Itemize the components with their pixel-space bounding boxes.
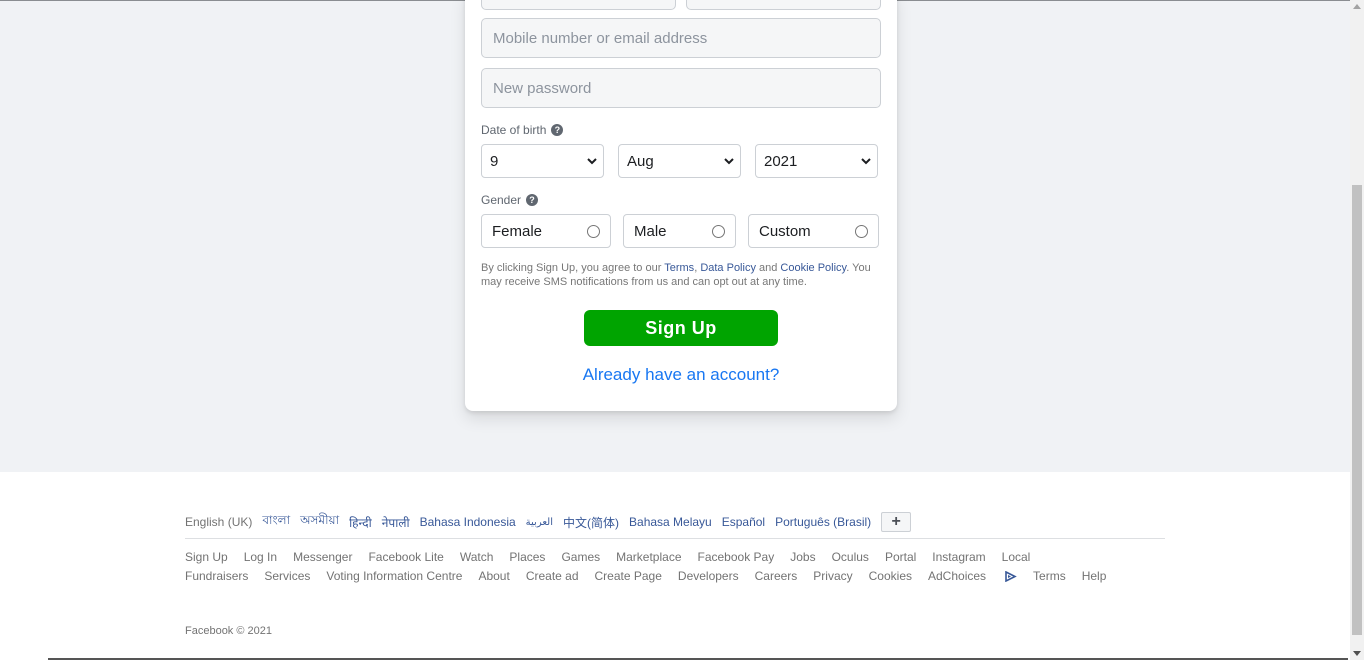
dob-year-select[interactable]: 2021 xyxy=(755,144,878,178)
scroll-up-icon[interactable] xyxy=(1353,4,1361,9)
gender-label: Gender ? xyxy=(481,193,539,207)
terms-and: and xyxy=(755,262,781,274)
gender-custom-option[interactable]: Custom xyxy=(748,214,879,248)
footer-link[interactable]: Cookies xyxy=(869,567,912,586)
more-languages-button[interactable]: + xyxy=(881,512,912,532)
dob-day-select[interactable]: 9 xyxy=(481,144,604,178)
dob-day-value: 9 xyxy=(490,152,499,170)
language-link[interactable]: Bahasa Melayu xyxy=(629,515,712,529)
radio-male[interactable] xyxy=(712,224,725,238)
language-list: English (UK) বাংলা অসমীয়া हिन्दी नेपाली… xyxy=(185,512,912,532)
scrollbar-thumb[interactable] xyxy=(1352,185,1362,635)
dob-year-value: 2021 xyxy=(764,152,798,170)
language-link[interactable]: অসমীয়া xyxy=(300,512,339,532)
language-link[interactable]: Português (Brasil) xyxy=(775,515,871,529)
footer-link[interactable]: Oculus xyxy=(832,548,869,567)
chevron-down-icon xyxy=(724,158,734,165)
first-name-field[interactable] xyxy=(481,0,676,10)
mobile-email-input[interactable] xyxy=(482,19,880,57)
gender-custom-label: Custom xyxy=(759,222,811,240)
footer-link[interactable]: Facebook Lite xyxy=(368,548,443,567)
footer-link[interactable]: Sign Up xyxy=(185,548,228,567)
footer-link[interactable]: Messenger xyxy=(293,548,352,567)
footer-link[interactable]: Careers xyxy=(755,567,798,586)
radio-female[interactable] xyxy=(587,224,600,238)
mobile-email-field[interactable] xyxy=(481,18,881,58)
data-policy-link[interactable]: Data Policy xyxy=(700,262,756,274)
language-link[interactable]: नेपाली xyxy=(382,514,410,531)
terms-text: By clicking Sign Up, you agree to our Te… xyxy=(481,261,881,289)
footer-link[interactable]: Places xyxy=(509,548,545,567)
language-link[interactable]: বাংলা xyxy=(262,512,290,532)
language-link[interactable]: हिन्दी xyxy=(349,514,372,531)
radio-custom[interactable] xyxy=(855,224,868,238)
gender-label-text: Gender xyxy=(481,193,522,207)
footer-link[interactable]: Log In xyxy=(244,548,277,567)
help-icon[interactable]: ? xyxy=(526,194,539,206)
dob-label-text: Date of birth xyxy=(481,123,547,137)
footer-link[interactable]: Voting Information Centre xyxy=(326,567,462,586)
gender-male-label: Male xyxy=(634,222,667,240)
chevron-down-icon xyxy=(587,158,597,165)
dob-month-value: Aug xyxy=(627,152,654,170)
help-icon[interactable]: ? xyxy=(551,124,564,136)
footer-link[interactable]: Instagram xyxy=(932,548,985,567)
footer-link[interactable]: Developers xyxy=(678,567,739,586)
adchoices-label: AdChoices xyxy=(928,569,987,583)
footer-link[interactable]: Privacy xyxy=(813,567,852,586)
copyright: Facebook © 2021 xyxy=(185,625,272,637)
footer-link[interactable]: Help xyxy=(1082,567,1107,586)
language-current: English (UK) xyxy=(185,515,253,529)
dob-label: Date of birth ? xyxy=(481,123,564,137)
footer-link[interactable]: Services xyxy=(264,567,310,586)
gender-female-label: Female xyxy=(492,222,543,240)
cookie-policy-link[interactable]: Cookie Policy xyxy=(780,262,846,274)
gender-male-option[interactable]: Male xyxy=(623,214,736,248)
adchoices-icon xyxy=(1005,571,1017,583)
footer-link[interactable]: Fundraisers xyxy=(185,567,248,586)
password-field[interactable] xyxy=(481,68,881,108)
scrollbar[interactable] xyxy=(1350,0,1364,660)
footer-link[interactable]: Jobs xyxy=(790,548,815,567)
footer-link[interactable]: Watch xyxy=(460,548,494,567)
footer-link[interactable]: Facebook Pay xyxy=(698,548,775,567)
footer-link[interactable]: Portal xyxy=(885,548,916,567)
footer-link[interactable]: About xyxy=(478,567,509,586)
surname-field[interactable] xyxy=(686,0,881,10)
language-link[interactable]: العربية xyxy=(526,517,553,528)
password-input[interactable] xyxy=(482,69,880,107)
language-link[interactable]: Español xyxy=(722,515,765,529)
footer-link[interactable]: Terms xyxy=(1033,567,1066,586)
terms-prefix: By clicking Sign Up, you agree to our xyxy=(481,262,665,274)
footer-link[interactable]: Create Page xyxy=(595,567,662,586)
footer-link[interactable]: Create ad xyxy=(526,567,579,586)
scroll-down-icon[interactable] xyxy=(1353,651,1361,656)
language-link[interactable]: Bahasa Indonesia xyxy=(420,515,516,529)
gender-female-option[interactable]: Female xyxy=(481,214,611,248)
footer: English (UK) বাংলা অসমীয়া हिन्दी नेपाली… xyxy=(0,472,1350,660)
signup-button[interactable]: Sign Up xyxy=(584,310,778,346)
already-have-account-link[interactable]: Already have an account? xyxy=(465,365,897,385)
dob-month-select[interactable]: Aug xyxy=(618,144,741,178)
footer-link[interactable]: Games xyxy=(561,548,600,567)
language-link[interactable]: 中文(简体) xyxy=(563,514,619,531)
chevron-down-icon xyxy=(861,158,871,165)
signup-card: Date of birth ? 9 Aug 2021 Gender ? Fema… xyxy=(465,0,897,411)
footer-link[interactable]: Marketplace xyxy=(616,548,681,567)
footer-divider xyxy=(185,538,1165,539)
footer-link[interactable]: Local xyxy=(1002,548,1031,567)
footer-links: Sign Up Log In Messenger Facebook Lite Watch… xyxy=(185,548,1165,586)
terms-link[interactable]: Terms xyxy=(664,262,694,274)
adchoices-link[interactable]: AdChoices xyxy=(928,567,1017,586)
